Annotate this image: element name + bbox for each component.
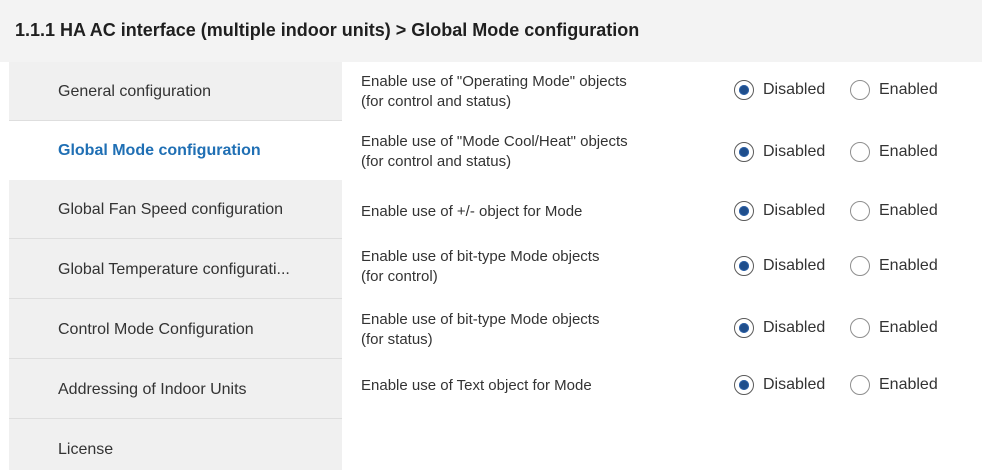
setting-label: Enable use of Text object for Mode xyxy=(361,376,716,396)
sidebar-item-label: Global Temperature configurati... xyxy=(58,261,290,278)
sidebar: General configuration Global Mode config… xyxy=(9,62,342,470)
radio-label: Enabled xyxy=(879,202,938,219)
sidebar-item-global-mode-configuration[interactable]: Global Mode configuration xyxy=(9,121,342,180)
setting-label: Enable use of "Mode Cool/Heat" objects (… xyxy=(361,132,716,172)
radio-selected-icon xyxy=(734,318,754,338)
radio-label: Enabled xyxy=(879,81,938,98)
setting-label: Enable use of bit-type Mode objects (for… xyxy=(361,310,716,350)
setting-row-operating-mode: Enable use of "Operating Mode" objects (… xyxy=(342,72,982,116)
page-title: 1.1.1 HA AC interface (multiple indoor u… xyxy=(15,20,640,40)
radio-label: Enabled xyxy=(879,257,938,274)
sidebar-item-label: License xyxy=(58,441,114,458)
radio-unselected-icon xyxy=(850,256,870,276)
setting-row-bit-type-status: Enable use of bit-type Mode objects (for… xyxy=(342,310,982,354)
sidebar-item-control-mode-configuration[interactable]: Control Mode Configuration xyxy=(9,300,342,359)
setting-row-text-object: Enable use of Text object for Mode Disab… xyxy=(342,374,982,398)
sidebar-item-label: General configuration xyxy=(58,83,211,100)
radio-label: Enabled xyxy=(879,319,938,336)
radio-selected-icon xyxy=(734,142,754,162)
setting-label-line1: Enable use of bit-type Mode objects xyxy=(361,311,600,328)
radio-label: Disabled xyxy=(763,257,826,274)
setting-label: Enable use of +/- object for Mode xyxy=(361,202,716,222)
radio-label: Disabled xyxy=(763,143,826,160)
setting-label-line1: Enable use of +/- object for Mode xyxy=(361,203,583,220)
radio-selected-icon xyxy=(734,256,754,276)
sidebar-item-general-configuration[interactable]: General configuration xyxy=(9,62,342,121)
sidebar-item-label: Global Mode configuration xyxy=(58,142,261,159)
sidebar-item-label: Global Fan Speed configuration xyxy=(58,201,284,218)
radio-label: Disabled xyxy=(763,376,826,393)
setting-label-line1: Enable use of "Mode Cool/Heat" objects xyxy=(361,133,628,150)
setting-label-line1: Enable use of Text object for Mode xyxy=(361,377,592,394)
setting-label-line2: (for control and status) xyxy=(361,93,512,110)
radio-selected-icon xyxy=(734,201,754,221)
setting-label: Enable use of "Operating Mode" objects (… xyxy=(361,72,716,112)
setting-label-line1: Enable use of bit-type Mode objects xyxy=(361,248,600,265)
radio-unselected-icon xyxy=(850,375,870,395)
setting-label-line2: (for control) xyxy=(361,268,438,285)
radio-selected-icon xyxy=(734,375,754,395)
radio-label: Disabled xyxy=(763,202,826,219)
radio-unselected-icon xyxy=(850,201,870,221)
radio-unselected-icon xyxy=(850,318,870,338)
radio-label: Disabled xyxy=(763,319,826,336)
setting-label: Enable use of bit-type Mode objects (for… xyxy=(361,247,716,287)
radio-label: Disabled xyxy=(763,81,826,98)
sidebar-item-global-fan-speed-configuration[interactable]: Global Fan Speed configuration xyxy=(9,180,342,239)
radio-selected-icon xyxy=(734,80,754,100)
setting-row-bit-type-control: Enable use of bit-type Mode objects (for… xyxy=(342,247,982,291)
radio-label: Enabled xyxy=(879,143,938,160)
sidebar-item-label: Addressing of Indoor Units xyxy=(58,381,247,398)
setting-label-line1: Enable use of "Operating Mode" objects xyxy=(361,73,627,90)
sidebar-item-global-temperature-configuration[interactable]: Global Temperature configurati... xyxy=(9,240,342,299)
radio-unselected-icon xyxy=(850,142,870,162)
settings-panel: Enable use of "Operating Mode" objects (… xyxy=(342,62,982,470)
sidebar-item-addressing-of-indoor-units[interactable]: Addressing of Indoor Units xyxy=(9,360,342,419)
radio-label: Enabled xyxy=(879,376,938,393)
setting-label-line2: (for status) xyxy=(361,331,433,348)
setting-row-plus-minus-mode: Enable use of +/- object for Mode Disabl… xyxy=(342,200,982,224)
sidebar-item-label: Control Mode Configuration xyxy=(58,321,254,338)
sidebar-item-license[interactable]: License xyxy=(9,420,342,470)
radio-unselected-icon xyxy=(850,80,870,100)
setting-row-mode-cool-heat: Enable use of "Mode Cool/Heat" objects (… xyxy=(342,132,982,176)
setting-label-line2: (for control and status) xyxy=(361,153,512,170)
title-bar: 1.1.1 HA AC interface (multiple indoor u… xyxy=(0,0,982,62)
